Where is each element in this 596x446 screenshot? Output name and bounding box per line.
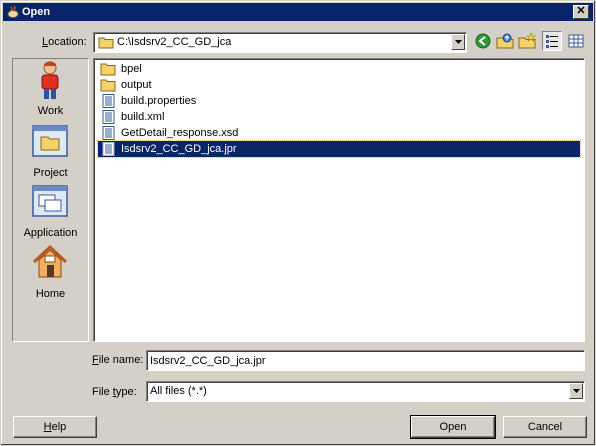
- application-window-icon: [32, 185, 68, 217]
- folder-icon: [98, 37, 114, 49]
- close-button[interactable]: ✕: [573, 5, 589, 19]
- person-icon: [41, 61, 59, 99]
- file-type-dropdown-button[interactable]: [569, 383, 583, 399]
- location-combo[interactable]: C:\Isdsrv2_CC_GD_jca: [93, 32, 467, 53]
- up-folder-button[interactable]: [495, 31, 515, 51]
- place-label: Project: [33, 167, 68, 179]
- location-value: C:\Isdsrv2_CC_GD_jca: [117, 36, 232, 48]
- place-label: Application: [23, 227, 78, 239]
- title-bar: Open ✕: [3, 3, 593, 21]
- open-dialog: Open ✕ Location: C:\Isdsrv2_CC_GD_jca Wo…: [0, 0, 596, 446]
- file-name: bpel: [121, 63, 142, 75]
- places-panel: Work Project Application Home: [12, 58, 89, 342]
- location-label: Location:: [42, 36, 87, 48]
- open-button[interactable]: Open: [410, 415, 496, 439]
- help-button[interactable]: Help: [13, 416, 97, 438]
- details-view-button[interactable]: [566, 31, 586, 51]
- file-name: build.properties: [121, 95, 197, 107]
- file-name: GetDetail_response.xsd: [121, 127, 239, 139]
- java-cup-icon: [7, 5, 19, 18]
- details-view-icon: [568, 34, 584, 48]
- file-type-value: All files (*.*): [150, 385, 207, 397]
- chevron-down-icon: [573, 389, 580, 393]
- back-button[interactable]: [473, 31, 493, 51]
- file-name-label: File name:: [92, 354, 144, 366]
- window-title: Open: [22, 6, 51, 18]
- list-view-button[interactable]: [542, 31, 562, 51]
- file-name-value: Isdsrv2_CC_GD_jca.jpr: [150, 355, 266, 367]
- document-icon: [102, 126, 115, 140]
- file-name-field[interactable]: Isdsrv2_CC_GD_jca.jpr: [146, 350, 585, 371]
- chevron-down-icon: [455, 40, 462, 44]
- list-item-selected[interactable]: Isdsrv2_CC_GD_jca.jpr: [97, 140, 581, 158]
- document-icon: [102, 142, 115, 156]
- new-folder-button[interactable]: [517, 31, 537, 51]
- place-label: Work: [37, 105, 64, 117]
- file-name: build.xml: [121, 111, 165, 123]
- document-icon: [102, 94, 115, 108]
- document-icon: [102, 110, 115, 124]
- location-dropdown-button[interactable]: [451, 34, 465, 50]
- house-icon: [32, 244, 68, 278]
- place-project[interactable]: Project: [13, 121, 88, 181]
- new-folder-icon: [518, 32, 536, 49]
- file-name: output: [121, 79, 152, 91]
- place-application[interactable]: Application: [13, 181, 88, 241]
- place-home[interactable]: Home: [13, 241, 88, 301]
- open-button-label: Open: [439, 421, 467, 433]
- folder-icon: [100, 79, 116, 92]
- file-type-combo[interactable]: All files (*.*): [146, 381, 585, 402]
- up-folder-icon: [496, 33, 514, 49]
- cancel-button[interactable]: Cancel: [503, 416, 587, 438]
- place-label: Home: [35, 288, 66, 300]
- folder-icon: [100, 63, 116, 76]
- place-work[interactable]: Work: [13, 59, 88, 121]
- close-icon: ✕: [576, 5, 586, 17]
- file-list[interactable]: bpel output build.properties build.xml G…: [93, 58, 585, 342]
- list-view-icon: [546, 35, 558, 48]
- project-window-icon: [32, 125, 68, 157]
- file-type-label: File type:: [92, 386, 137, 398]
- back-icon: [475, 33, 491, 49]
- file-name: Isdsrv2_CC_GD_jca.jpr: [121, 143, 237, 155]
- cancel-button-label: Cancel: [527, 421, 563, 433]
